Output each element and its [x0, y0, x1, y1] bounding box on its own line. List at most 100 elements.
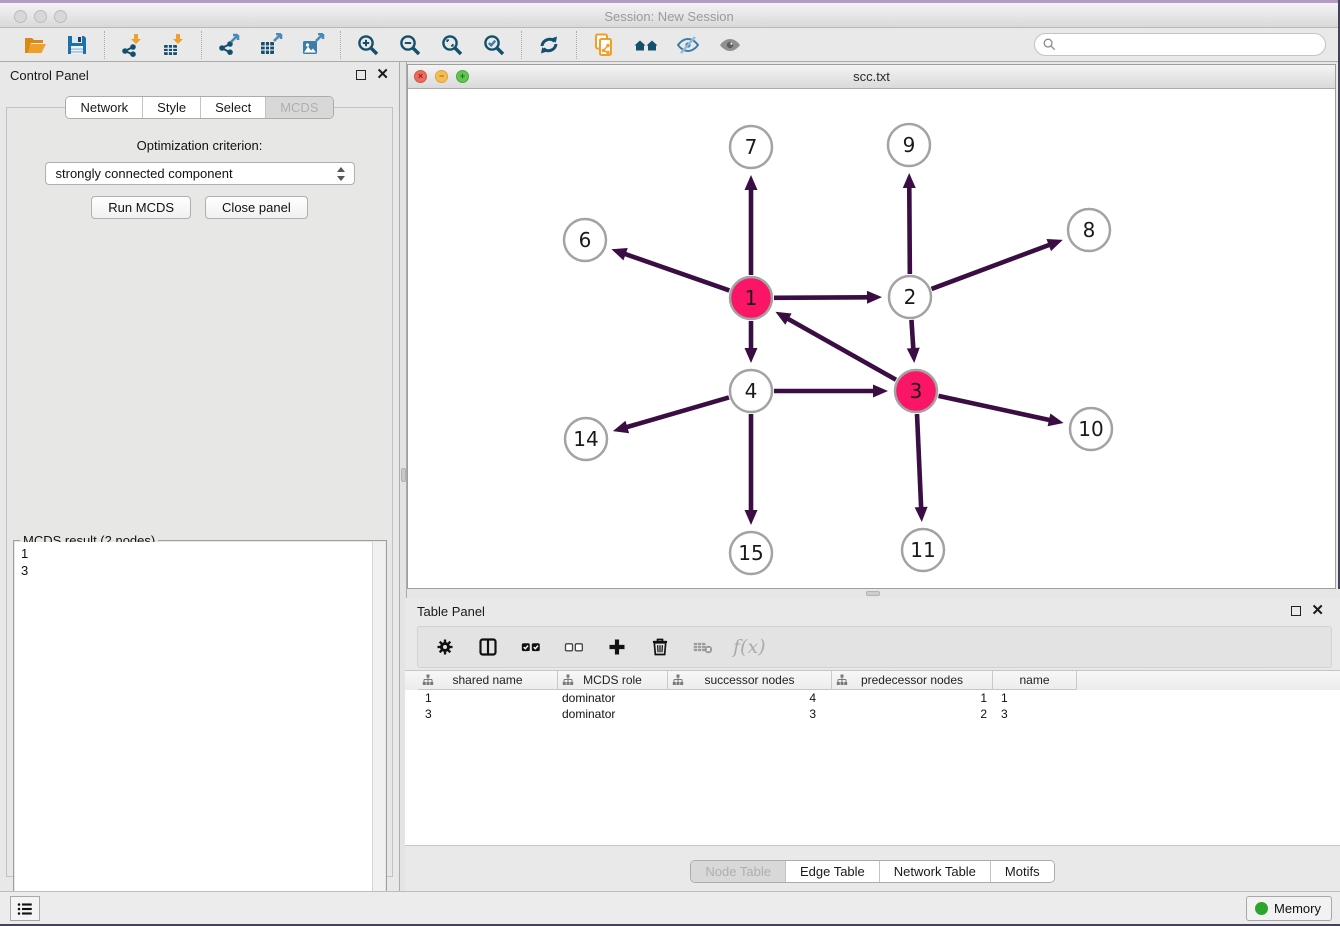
refresh-icon[interactable] [536, 32, 562, 58]
delete-table-icon[interactable] [690, 634, 716, 660]
export-network-icon[interactable] [216, 32, 242, 58]
column-label: predecessor nodes [861, 673, 963, 687]
table-row[interactable]: 3dominator323 [405, 706, 1340, 722]
hierarchy-icon [836, 674, 848, 686]
cell-predecessor-nodes[interactable]: 1 [832, 690, 993, 706]
window-titlebar: Session: New Session [0, 0, 1338, 28]
home-icon[interactable] [633, 32, 659, 58]
export-table-icon[interactable] [258, 32, 284, 58]
network-canvas[interactable]: 7968124314101511 [408, 89, 1335, 588]
svg-text:2: 2 [904, 285, 917, 309]
svg-text:14: 14 [573, 427, 598, 451]
table-header-row: shared nameMCDS role successor nodes prede… [405, 671, 1340, 690]
tab-edge-table[interactable]: Edge Table [785, 861, 879, 882]
export-image-icon[interactable] [300, 32, 326, 58]
delete-columns-icon[interactable] [647, 634, 673, 660]
tab-mcds[interactable]: MCDS [265, 97, 332, 118]
svg-text:1: 1 [745, 286, 758, 310]
hierarchy-icon [672, 674, 684, 686]
hierarchy-icon [562, 674, 574, 686]
memory-button[interactable]: Memory [1246, 896, 1332, 921]
save-icon[interactable] [64, 32, 90, 58]
cell-MCDS-role[interactable]: dominator [558, 690, 668, 706]
tab-node-table[interactable]: Node Table [691, 861, 785, 882]
splitter-handle[interactable] [866, 591, 880, 596]
column-header-predecessor-nodes[interactable]: predecessor nodes [832, 671, 993, 690]
split-columns-icon[interactable] [475, 634, 501, 660]
settings-gear-icon[interactable] [432, 634, 458, 660]
tab-network-table[interactable]: Network Table [879, 861, 990, 882]
network-view-window: × − + scc.txt 7968124314101511 [407, 64, 1336, 589]
select-all-checkboxes-icon[interactable] [518, 634, 544, 660]
add-column-icon[interactable] [604, 634, 630, 660]
float-panel-icon[interactable] [1291, 606, 1301, 616]
cell-predecessor-nodes[interactable]: 2 [832, 706, 993, 722]
mcds-panel-body: Optimization criterion: strongly connect… [6, 107, 393, 877]
result-scrollbar[interactable] [372, 542, 385, 916]
network-view-title: scc.txt [408, 69, 1335, 84]
column-label: name [1019, 673, 1049, 687]
table-panel-header: Table Panel ✕ [405, 598, 1340, 624]
optimization-criterion-label: Optimization criterion: [7, 138, 392, 153]
zoom-in-icon[interactable] [355, 32, 381, 58]
tab-motifs[interactable]: Motifs [990, 861, 1054, 882]
tab-style[interactable]: Style [142, 97, 200, 118]
network-window-titlebar[interactable]: × − + scc.txt [408, 65, 1335, 89]
tab-select[interactable]: Select [200, 97, 265, 118]
svg-text:4: 4 [745, 379, 758, 403]
import-table-icon[interactable] [161, 32, 187, 58]
mcds-result-group: MCDS result (2 nodes) 1 3 [13, 540, 387, 918]
table-row[interactable]: 1dominator411 [405, 690, 1340, 706]
column-header-name[interactable]: name [993, 671, 1077, 690]
close-panel-icon[interactable]: ✕ [1311, 606, 1324, 616]
import-network-icon[interactable] [119, 32, 145, 58]
status-bar: Memory [0, 891, 1340, 924]
svg-text:3: 3 [910, 379, 923, 403]
close-panel-icon[interactable]: ✕ [376, 70, 389, 80]
duplicate-network-icon[interactable] [591, 32, 617, 58]
search-icon [1043, 38, 1056, 51]
zoom-fit-icon[interactable] [439, 32, 465, 58]
hide-selected-icon[interactable] [675, 32, 701, 58]
svg-text:10: 10 [1078, 417, 1103, 441]
cell-name[interactable]: 1 [993, 690, 1077, 706]
window-title: Session: New Session [0, 9, 1338, 24]
cell-successor-nodes[interactable]: 4 [668, 690, 832, 706]
run-mcds-button[interactable]: Run MCDS [91, 196, 191, 219]
search-input[interactable] [1034, 33, 1326, 56]
close-panel-button[interactable]: Close panel [205, 196, 308, 219]
svg-text:6: 6 [579, 228, 592, 252]
zoom-out-icon[interactable] [397, 32, 423, 58]
cell-MCDS-role[interactable]: dominator [558, 706, 668, 722]
application-window: Session: New Session Control Panel ✕ Net… [0, 0, 1340, 926]
zoom-selected-icon[interactable] [481, 32, 507, 58]
control-panel-header: Control Panel ✕ [0, 62, 399, 88]
column-label: successor nodes [704, 673, 794, 687]
column-header-MCDS-role[interactable]: MCDS role [558, 671, 668, 690]
cell-successor-nodes[interactable]: 3 [668, 706, 832, 722]
svg-text:7: 7 [745, 135, 758, 159]
column-header-successor-nodes[interactable]: successor nodes [668, 671, 832, 690]
function-builder-icon[interactable]: f(x) [733, 636, 766, 658]
show-all-icon[interactable] [717, 32, 743, 58]
float-panel-icon[interactable] [356, 70, 366, 80]
control-panel: Control Panel ✕ NetworkStyleSelectMCDS O… [0, 62, 399, 892]
mcds-result-list[interactable]: 1 3 [15, 542, 372, 916]
svg-text:15: 15 [738, 541, 763, 565]
task-history-button[interactable] [10, 896, 40, 921]
optimization-criterion-dropdown[interactable]: strongly connected component [45, 162, 355, 185]
deselect-all-checkboxes-icon[interactable] [561, 634, 587, 660]
chevron-up-down-icon [337, 167, 346, 181]
splitter-handle[interactable] [401, 468, 406, 482]
memory-status-icon [1255, 902, 1268, 915]
network-graph[interactable]: 7968124314101511 [408, 89, 1335, 588]
cell-shared-name[interactable]: 1 [418, 690, 558, 706]
horizontal-splitter[interactable] [407, 589, 1340, 598]
cell-name[interactable]: 3 [993, 706, 1077, 722]
open-folder-icon[interactable] [22, 32, 48, 58]
tab-network[interactable]: Network [66, 97, 142, 118]
cell-shared-name[interactable]: 3 [418, 706, 558, 722]
table-panel: Table Panel ✕ f(x) shared nameMCDS roles… [405, 598, 1340, 891]
hierarchy-icon [422, 674, 434, 686]
column-header-shared-name[interactable]: shared name [418, 671, 558, 690]
